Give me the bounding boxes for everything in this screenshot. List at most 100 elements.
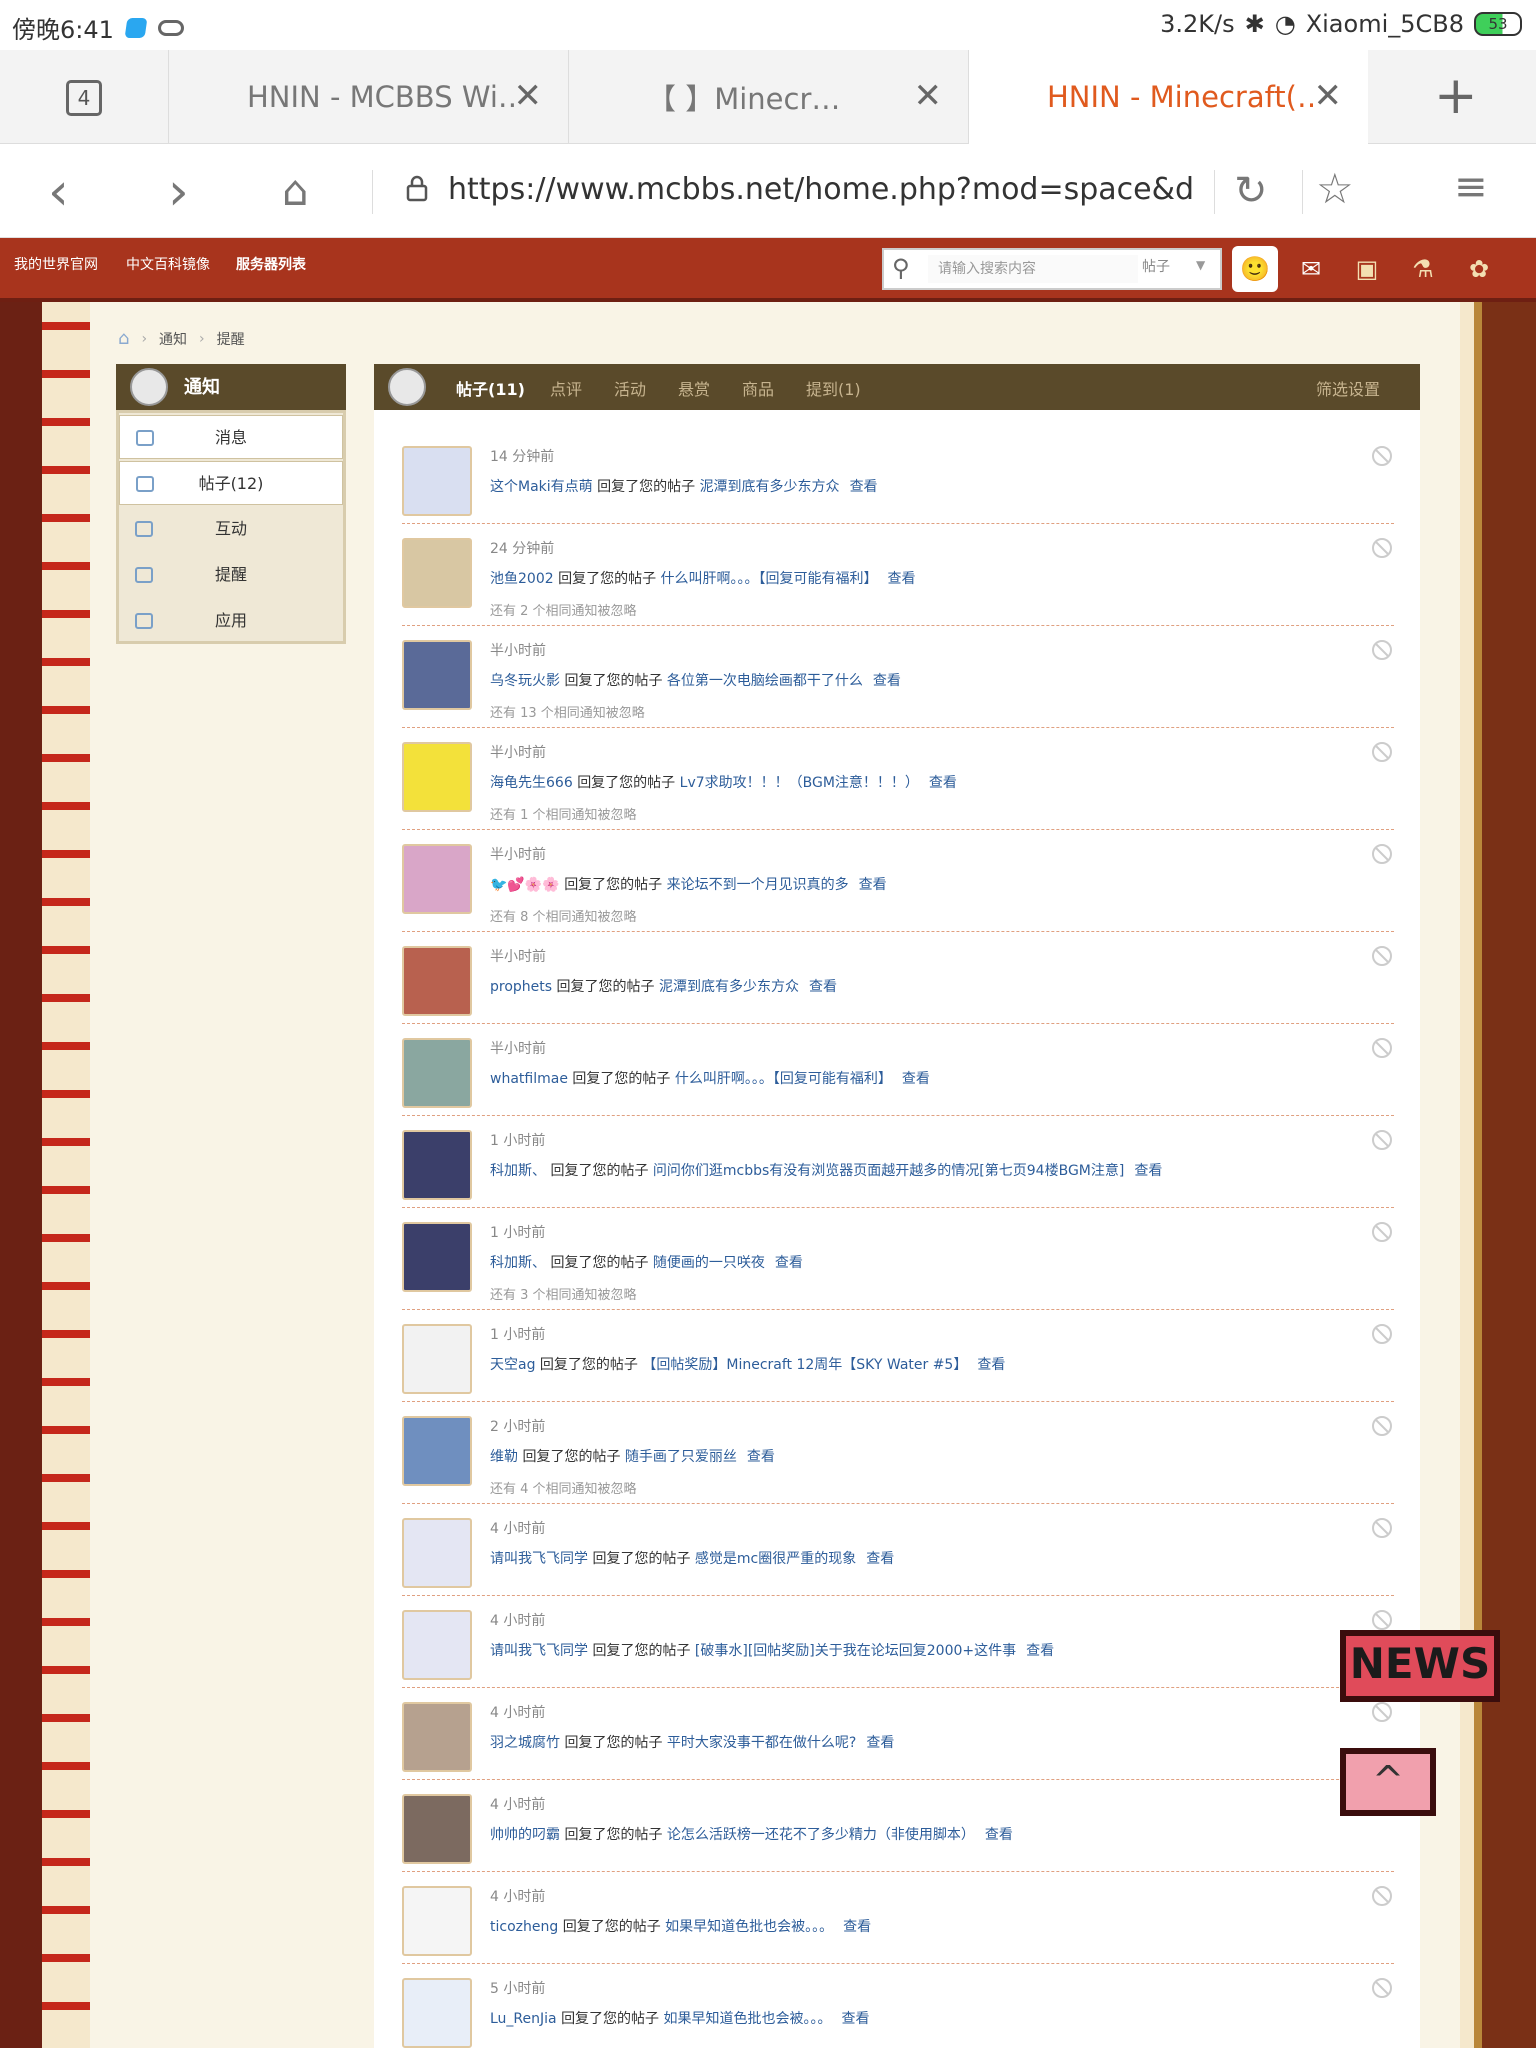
close-icon[interactable]: ✕ xyxy=(514,76,543,116)
tab-goods[interactable]: 商品 xyxy=(742,376,774,400)
url-input[interactable]: https://www.mcbbs.net/home.php?mod=space… xyxy=(448,172,1192,207)
user-link[interactable]: 乌冬玩火影 xyxy=(490,673,560,689)
avatar[interactable] xyxy=(402,1518,472,1588)
post-link[interactable]: 什么叫肝啊。。。【回复可能有福利】 xyxy=(661,571,878,587)
reload-icon[interactable]: ↻ xyxy=(1234,168,1268,214)
menu-item-interaction[interactable]: 互动 xyxy=(119,507,343,551)
post-link[interactable]: 泥潭到底有多少东方众 xyxy=(659,979,799,995)
browser-tab-1[interactable]: HNIN - MCBBS Wi… ✕ xyxy=(168,50,568,144)
user-link[interactable]: 这个Maki有点萌 xyxy=(490,479,593,495)
star-icon[interactable]: ☆ xyxy=(1316,164,1354,213)
forward-icon[interactable]: › xyxy=(168,162,189,222)
tab-activities[interactable]: 活动 xyxy=(614,376,646,400)
ignore-icon[interactable] xyxy=(1372,946,1392,966)
view-link[interactable]: 查看 xyxy=(843,1919,871,1935)
menu-icon[interactable]: ≡ xyxy=(1454,164,1488,210)
breadcrumb-reminder[interactable]: 提醒 xyxy=(217,329,245,349)
home-icon[interactable]: ⌂ xyxy=(282,166,309,215)
ignore-icon[interactable] xyxy=(1372,1702,1392,1722)
post-link[interactable]: 平时大家没事干都在做什么呢? xyxy=(667,1735,856,1751)
avatar[interactable] xyxy=(402,1794,472,1864)
post-link[interactable]: 各位第一次电脑绘画都干了什么 xyxy=(667,673,863,689)
back-icon[interactable]: ‹ xyxy=(48,162,69,222)
user-link[interactable]: 海龟先生666 xyxy=(490,775,573,791)
ignore-icon[interactable] xyxy=(1372,1038,1392,1058)
ignore-icon[interactable] xyxy=(1372,1324,1392,1344)
avatar[interactable] xyxy=(402,640,472,710)
post-link[interactable]: 问问你们逛mcbbs有没有浏览器页面越开越多的情况[第七页94楼BGM注意] xyxy=(653,1163,1124,1179)
news-flag-button[interactable]: NEWS xyxy=(1340,1630,1500,1702)
notification-icon[interactable]: ✉ xyxy=(1288,246,1334,292)
search-icon[interactable]: ⚲ xyxy=(892,254,910,282)
ignore-icon[interactable] xyxy=(1372,1610,1392,1630)
avatar[interactable] xyxy=(402,946,472,1016)
ignore-icon[interactable] xyxy=(1372,538,1392,558)
browser-tab-2[interactable]: 【 】Minecr… ✕ xyxy=(568,50,968,144)
search-scope-select[interactable]: 帖子 xyxy=(1142,256,1170,276)
avatar[interactable] xyxy=(402,1130,472,1200)
post-link[interactable]: 【回帖奖励】Minecraft 12周年【SKY Water #5】 xyxy=(642,1357,967,1373)
tab-comments[interactable]: 点评 xyxy=(550,376,582,400)
view-link[interactable]: 查看 xyxy=(775,1255,803,1271)
menu-item-reminders[interactable]: 提醒 xyxy=(119,553,343,597)
user-link[interactable]: Lu_RenJia xyxy=(490,2011,557,2027)
view-link[interactable]: 查看 xyxy=(1026,1643,1054,1659)
view-link[interactable]: 查看 xyxy=(873,673,901,689)
user-link[interactable]: 科加斯、 xyxy=(490,1255,546,1271)
view-link[interactable]: 查看 xyxy=(859,877,887,893)
user-link[interactable]: 科加斯、 xyxy=(490,1163,546,1179)
user-link[interactable]: prophets xyxy=(490,979,552,995)
menu-item-messages[interactable]: 消息 xyxy=(119,415,343,459)
user-link[interactable]: 池鱼2002 xyxy=(490,571,554,587)
box-icon[interactable]: ▣ xyxy=(1344,246,1390,292)
user-link[interactable]: 帅帅的叼霸 xyxy=(490,1827,560,1843)
tab-mentions[interactable]: 提到(1) xyxy=(806,376,861,400)
user-link[interactable]: 🐦💕🌸🌸 xyxy=(490,877,560,893)
avatar[interactable] xyxy=(402,1222,472,1292)
ignore-icon[interactable] xyxy=(1372,640,1392,660)
user-link[interactable]: 羽之城腐竹 xyxy=(490,1735,560,1751)
post-link[interactable]: [破事水][回帖奖励]关于我在论坛回复2000+这件事 xyxy=(695,1643,1016,1659)
post-link[interactable]: 泥潭到底有多少东方众 xyxy=(700,479,840,495)
avatar[interactable] xyxy=(402,1038,472,1108)
post-link[interactable]: 论怎么活跃榜一还花不了多少精力（非使用脚本） xyxy=(667,1827,975,1843)
ignore-icon[interactable] xyxy=(1372,1886,1392,1906)
avatar[interactable] xyxy=(402,742,472,812)
view-link[interactable]: 查看 xyxy=(842,2011,870,2027)
tab-count-button[interactable]: 4 xyxy=(66,80,102,116)
ignore-icon[interactable] xyxy=(1372,1222,1392,1242)
ignore-icon[interactable] xyxy=(1372,1130,1392,1150)
avatar[interactable]: 🙂 xyxy=(1232,246,1278,292)
palette-icon[interactable]: ✿ xyxy=(1456,246,1502,292)
post-link[interactable]: 什么叫肝啊。。。【回复可能有福利】 xyxy=(675,1071,892,1087)
avatar[interactable] xyxy=(402,446,472,516)
post-link[interactable]: Lv7求助攻！！！（BGM注意！！！） xyxy=(680,775,919,791)
ignore-icon[interactable] xyxy=(1372,446,1392,466)
post-link[interactable]: 来论坛不到一个月见识真的多 xyxy=(667,877,849,893)
tab-rewards[interactable]: 悬赏 xyxy=(678,376,710,400)
nav-link-wiki-mirror[interactable]: 中文百科镜像 xyxy=(126,254,210,274)
user-link[interactable]: ticozheng xyxy=(490,1919,558,1935)
menu-item-posts[interactable]: 帖子(12) xyxy=(119,461,343,505)
ignore-icon[interactable] xyxy=(1372,742,1392,762)
view-link[interactable]: 查看 xyxy=(866,1735,894,1751)
post-link[interactable]: 随手画了只爱丽丝 xyxy=(625,1449,737,1465)
post-link[interactable]: 如果早知道色批也会被。。。 xyxy=(665,1919,833,1935)
view-link[interactable]: 查看 xyxy=(1134,1163,1162,1179)
user-link[interactable]: whatfilmae xyxy=(490,1071,568,1087)
home-icon[interactable]: ⌂ xyxy=(118,328,129,349)
close-icon[interactable]: ✕ xyxy=(914,76,943,116)
post-link[interactable]: 感觉是mc圈很严重的现象 xyxy=(695,1551,856,1567)
ignore-icon[interactable] xyxy=(1372,1978,1392,1998)
view-link[interactable]: 查看 xyxy=(866,1551,894,1567)
avatar[interactable] xyxy=(402,1978,472,2048)
view-link[interactable]: 查看 xyxy=(985,1827,1013,1843)
nav-link-server-list[interactable]: 服务器列表 xyxy=(236,254,306,274)
avatar[interactable] xyxy=(402,844,472,914)
ignore-icon[interactable] xyxy=(1372,1518,1392,1538)
view-link[interactable]: 查看 xyxy=(850,479,878,495)
avatar[interactable] xyxy=(402,538,472,608)
menu-item-apps[interactable]: 应用 xyxy=(119,599,343,643)
view-link[interactable]: 查看 xyxy=(888,571,916,587)
close-icon[interactable]: ✕ xyxy=(1314,76,1343,116)
